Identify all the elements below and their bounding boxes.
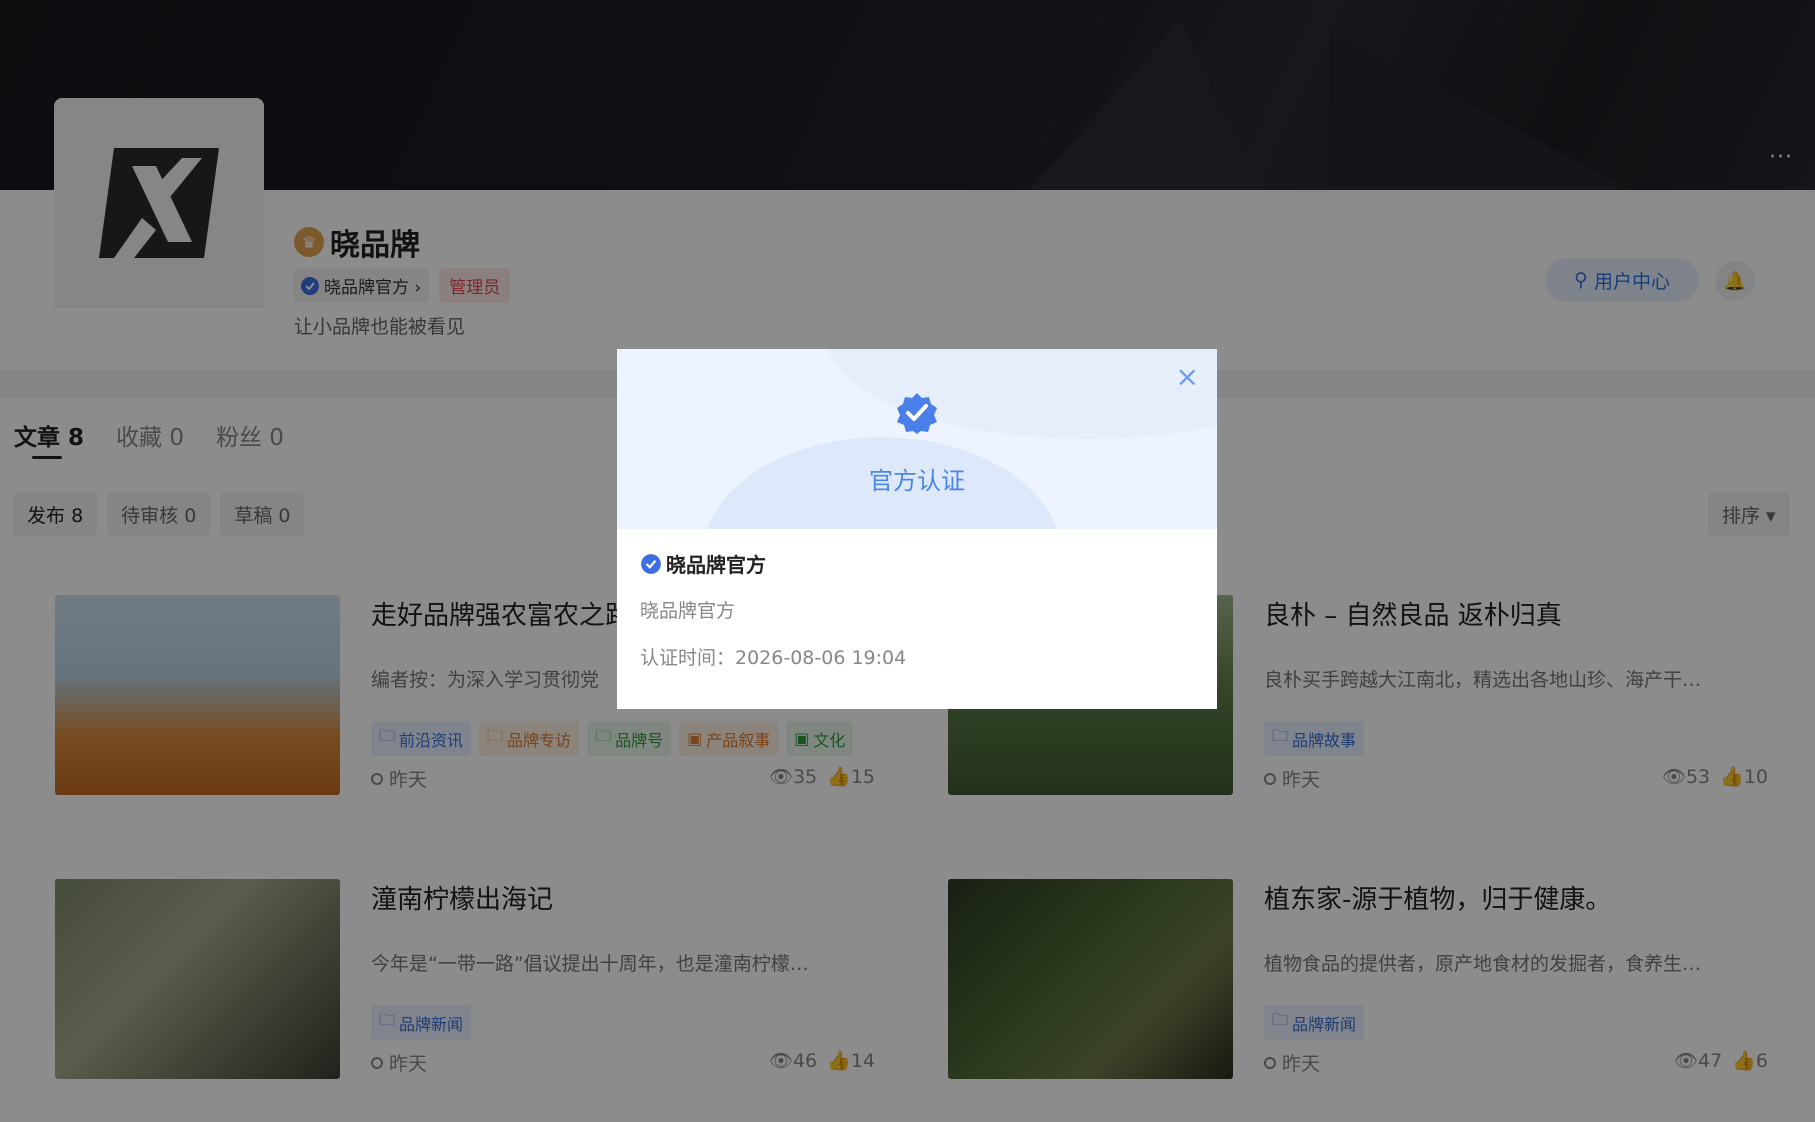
verified-time: 认证时间：2026-08-06 19:04 <box>640 647 907 669</box>
modal-title: 官方认证 <box>869 467 965 495</box>
verification-modal: 官方认证 × 晓品牌官方 晓品牌官方 认证时间：2026-08-06 19:04 <box>617 349 1217 709</box>
close-icon[interactable]: × <box>1176 363 1199 391</box>
verified-subtitle: 晓品牌官方 <box>640 600 736 622</box>
modal-body: 晓品牌官方 晓品牌官方 认证时间：2026-08-06 19:04 <box>640 549 906 670</box>
decorative-arc <box>827 349 1217 439</box>
verified-badge-icon <box>897 393 937 434</box>
modal-header: 官方认证 × <box>617 349 1217 529</box>
verified-name-label: 晓品牌官方 <box>666 553 766 577</box>
verified-badge-icon <box>641 553 661 574</box>
verified-name: 晓品牌官方 <box>640 549 906 578</box>
